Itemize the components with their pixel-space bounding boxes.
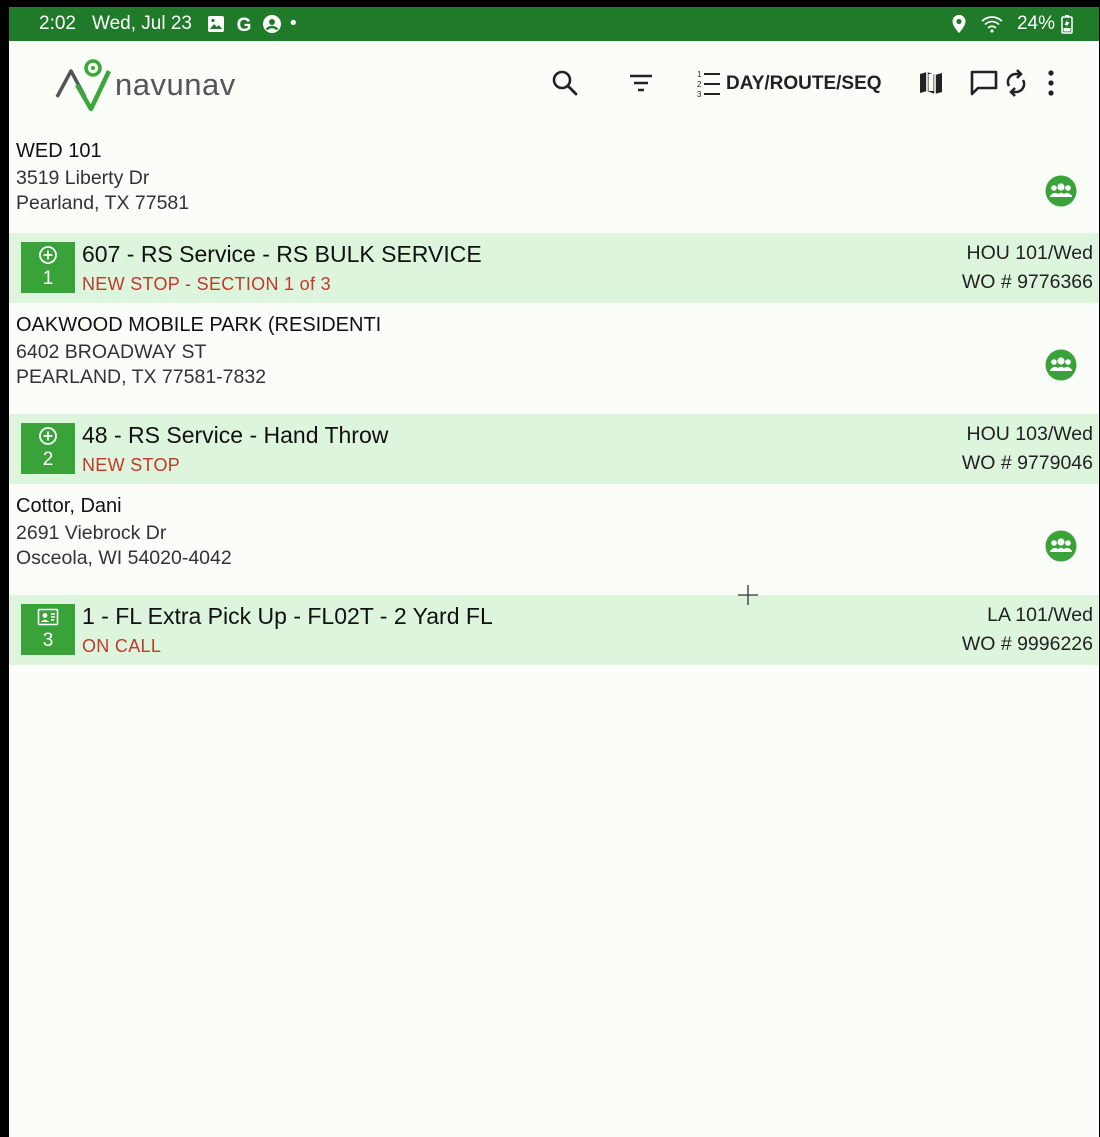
address-line-1: 3519 Liberty Dr bbox=[16, 167, 150, 189]
numbered-list-icon: 1 2 3 bbox=[697, 70, 720, 99]
customer-name: WED 101 bbox=[16, 140, 102, 162]
filter-button[interactable] bbox=[627, 69, 655, 97]
gallery-notification-icon bbox=[206, 14, 226, 34]
svg-text:3: 3 bbox=[697, 90, 702, 99]
group-button[interactable] bbox=[1045, 175, 1077, 212]
sequence-badge: 1 bbox=[21, 242, 75, 293]
battery-percent: 24% bbox=[1016, 13, 1055, 34]
customer-row[interactable]: WED 101 3519 Liberty Dr Pearland, TX 775… bbox=[9, 129, 1099, 233]
sort-order-button[interactable]: 1 2 3 DAY/ROUTE/SEQ bbox=[694, 69, 882, 99]
customer-name: Cottor, Dani bbox=[16, 495, 122, 517]
status-date: Wed, Jul 23 bbox=[91, 13, 192, 34]
customer-row[interactable]: OAKWOOD MOBILE PARK (RESIDENTI 6402 BROA… bbox=[9, 303, 1099, 414]
status-bar: 2:02 Wed, Jul 23 G • 24% bbox=[9, 7, 1099, 41]
stop-list: WED 101 3519 Liberty Dr Pearland, TX 775… bbox=[9, 129, 1099, 665]
address-line-2: PEARLAND, TX 77581-7832 bbox=[16, 366, 267, 389]
service-title: 1 - FL Extra Pick Up - FL02T - 2 Yard FL bbox=[82, 603, 493, 629]
search-button[interactable] bbox=[551, 69, 579, 97]
sort-label: DAY/ROUTE/SEQ bbox=[726, 73, 882, 94]
google-notification-icon: G bbox=[234, 14, 254, 34]
battery-charging-icon bbox=[1061, 14, 1073, 34]
navunav-logo-mark bbox=[55, 59, 112, 112]
map-icon bbox=[920, 72, 942, 94]
service-row[interactable]: 2 48 - RS Service - Hand Throw NEW STOP … bbox=[9, 414, 1099, 484]
status-time: 2:02 bbox=[39, 13, 76, 34]
sequence-number: 1 bbox=[42, 268, 54, 289]
logo-text: navunav bbox=[115, 67, 236, 102]
group-button[interactable] bbox=[1045, 530, 1077, 567]
account-notification-icon bbox=[262, 14, 282, 34]
wifi-icon bbox=[981, 15, 1003, 33]
group-button[interactable] bbox=[1045, 349, 1077, 386]
map-button[interactable] bbox=[917, 69, 945, 97]
sequence-badge: 2 bbox=[21, 423, 75, 474]
route-label: HOU 103/Wed bbox=[966, 423, 1093, 445]
group-icon bbox=[1045, 349, 1077, 381]
add-circle-icon bbox=[38, 423, 58, 449]
location-icon bbox=[951, 14, 967, 34]
address-line-1: 6402 BROADWAY ST bbox=[16, 341, 207, 363]
filter-icon bbox=[630, 74, 652, 92]
more-notifications-dot: • bbox=[289, 13, 297, 34]
app-toolbar: navunav 1 2 3 DAY/ROUTE/SEQ bbox=[9, 41, 1099, 129]
service-status: NEW STOP bbox=[82, 455, 181, 475]
route-label: HOU 101/Wed bbox=[966, 242, 1093, 264]
sync-button[interactable] bbox=[1003, 69, 1029, 97]
service-row[interactable]: 1 607 - RS Service - RS BULK SERVICE NEW… bbox=[9, 233, 1099, 303]
sequence-badge: 3 bbox=[21, 604, 75, 655]
service-title: 48 - RS Service - Hand Throw bbox=[82, 422, 389, 448]
service-status: NEW STOP - SECTION 1 of 3 bbox=[82, 274, 331, 294]
more-vert-icon bbox=[1048, 70, 1054, 96]
navunav-logo: navunav bbox=[55, 57, 236, 113]
app-frame: 2:02 Wed, Jul 23 G • 24% navunav 1 2 3 D… bbox=[9, 7, 1099, 1137]
overflow-menu-button[interactable] bbox=[1045, 69, 1057, 97]
work-order-number: WO # 9996226 bbox=[961, 633, 1093, 655]
search-icon bbox=[552, 70, 578, 96]
svg-text:1: 1 bbox=[697, 70, 702, 79]
route-label: LA 101/Wed bbox=[987, 604, 1093, 626]
address-line-2: Pearland, TX 77581 bbox=[16, 192, 190, 215]
sequence-number: 3 bbox=[42, 630, 54, 651]
add-circle-icon bbox=[38, 242, 58, 268]
customer-name: OAKWOOD MOBILE PARK (RESIDENTI bbox=[16, 314, 382, 336]
contact-card-icon bbox=[37, 604, 59, 630]
service-title: 607 - RS Service - RS BULK SERVICE bbox=[82, 241, 482, 267]
customer-row[interactable]: Cottor, Dani 2691 Viebrock Dr Osceola, W… bbox=[9, 484, 1099, 595]
messages-button[interactable] bbox=[969, 69, 999, 97]
sync-icon bbox=[1006, 69, 1026, 97]
crosshair-cursor-icon bbox=[737, 584, 759, 611]
svg-text:G: G bbox=[237, 15, 252, 34]
group-icon bbox=[1045, 530, 1077, 562]
service-row[interactable]: 3 1 - FL Extra Pick Up - FL02T - 2 Yard … bbox=[9, 595, 1099, 665]
sequence-number: 2 bbox=[42, 449, 54, 470]
group-icon bbox=[1045, 175, 1077, 207]
svg-text:2: 2 bbox=[697, 80, 702, 89]
work-order-number: WO # 9776366 bbox=[961, 271, 1093, 293]
address-line-1: 2691 Viebrock Dr bbox=[16, 522, 167, 544]
message-icon bbox=[970, 70, 998, 96]
service-status: ON CALL bbox=[82, 636, 162, 656]
address-line-2: Osceola, WI 54020-4042 bbox=[16, 547, 232, 570]
work-order-number: WO # 9779046 bbox=[961, 452, 1093, 474]
